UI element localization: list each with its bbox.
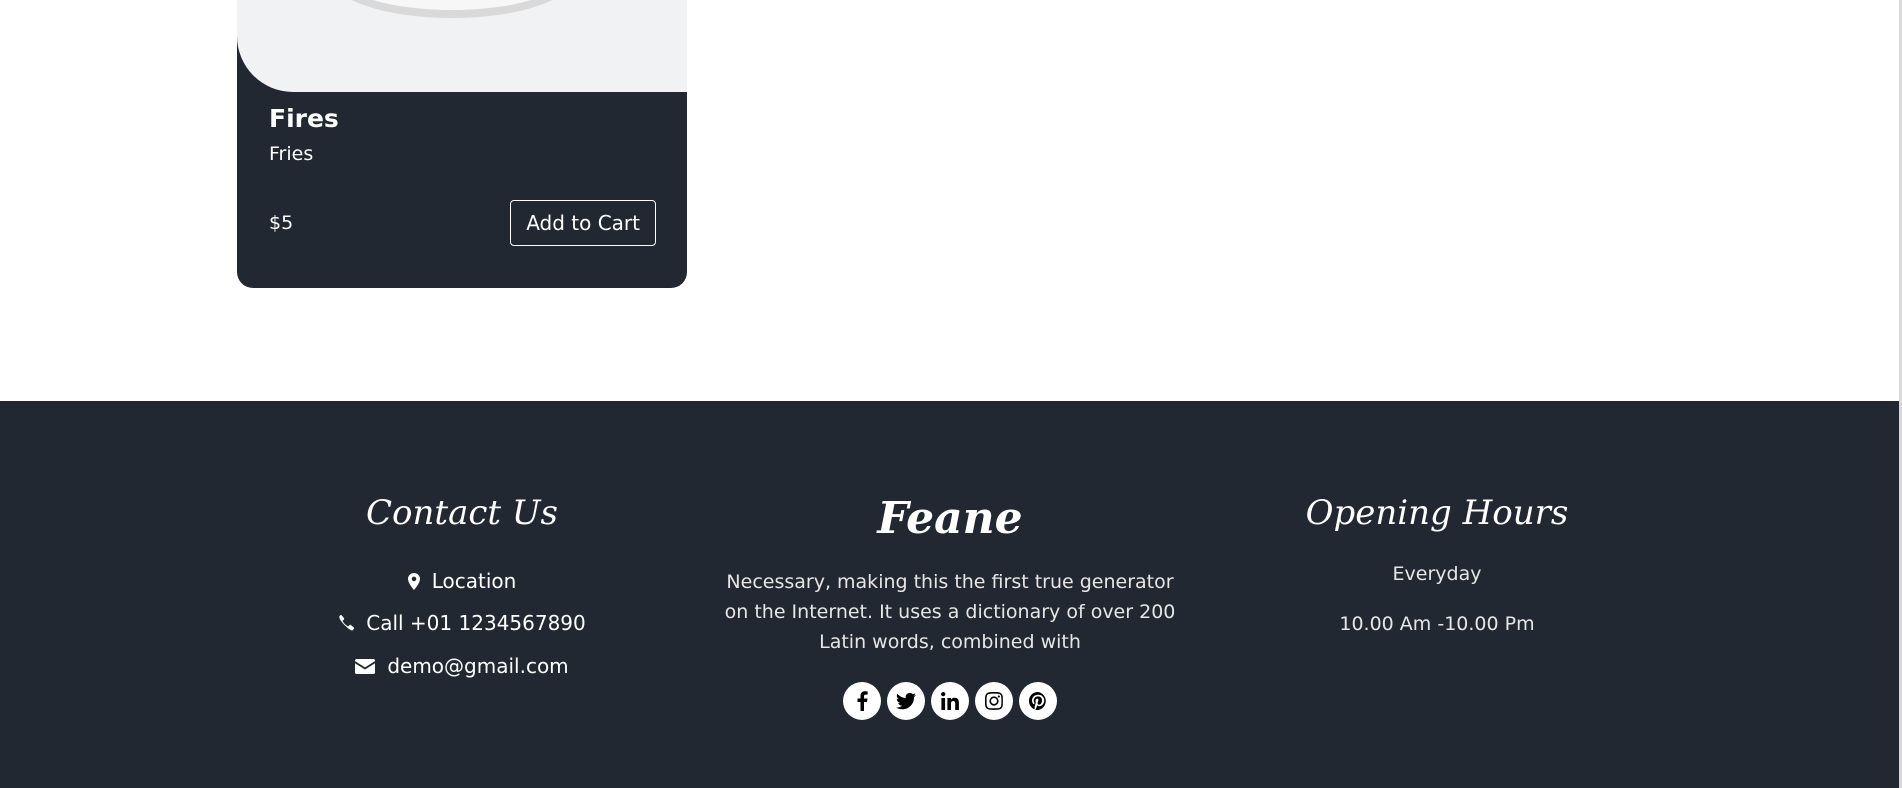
instagram-icon <box>985 692 1003 710</box>
envelope-icon <box>355 658 376 674</box>
instagram-link[interactable] <box>975 682 1013 720</box>
contact-heading: Contact Us <box>366 493 558 533</box>
pinterest-icon <box>1029 692 1046 710</box>
product-price: $5 <box>269 212 294 234</box>
contact-location-link[interactable]: Location <box>262 569 662 593</box>
product-image <box>237 0 687 92</box>
contact-location-text: Location <box>431 569 517 593</box>
twitter-icon <box>896 692 916 709</box>
product-title: Fires <box>269 104 339 133</box>
twitter-link[interactable] <box>887 682 925 720</box>
facebook-link[interactable] <box>843 682 881 720</box>
product-description: Fries <box>269 143 314 165</box>
hours-days: Everyday <box>1392 563 1482 585</box>
product-card: Fires Fries $5 Add to Cart <box>237 0 687 288</box>
contact-email-text: demo@gmail.com <box>387 654 569 678</box>
fries-image <box>351 0 553 18</box>
phone-icon <box>339 615 355 631</box>
brand-description: Necessary, making this the first true ge… <box>724 571 1176 653</box>
facebook-icon <box>857 691 868 711</box>
linkedin-icon <box>941 692 959 710</box>
pinterest-link[interactable] <box>1019 682 1057 720</box>
add-to-cart-button[interactable]: Add to Cart <box>510 200 656 246</box>
contact-phone-link[interactable]: Call +01 1234567890 <box>262 611 662 635</box>
hours-time: 10.00 Am -10.00 Pm <box>1339 613 1535 635</box>
contact-email-link[interactable]: demo@gmail.com <box>262 654 662 678</box>
hours-heading: Opening Hours <box>1305 493 1569 533</box>
map-marker-icon <box>407 572 420 590</box>
social-links <box>720 682 1180 720</box>
site-footer: Contact Us Location Call +01 1234567890 … <box>0 401 1899 788</box>
footer-logo[interactable]: Feane <box>720 493 1180 544</box>
linkedin-link[interactable] <box>931 682 969 720</box>
contact-phone-text: Call +01 1234567890 <box>366 611 586 635</box>
